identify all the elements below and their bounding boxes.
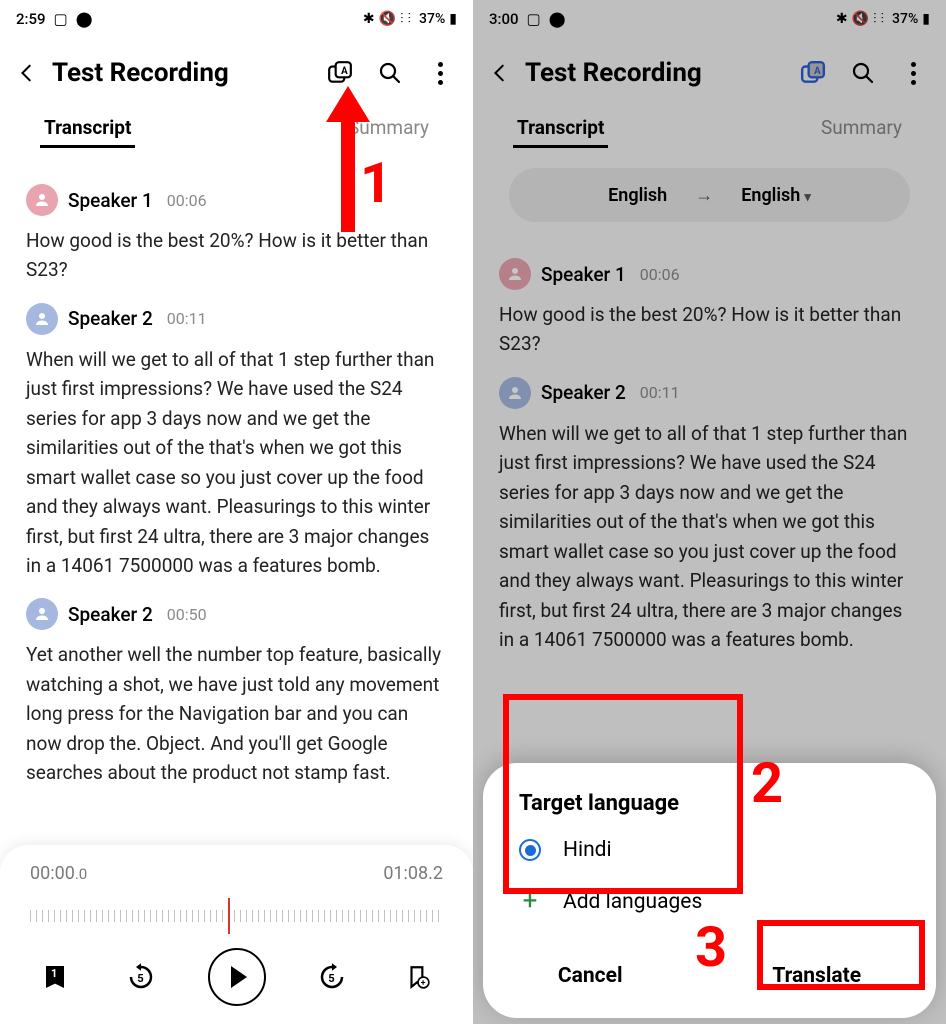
search-icon[interactable]	[377, 60, 403, 86]
more-icon[interactable]	[900, 60, 926, 86]
svg-text:A: A	[341, 66, 348, 77]
chevron-down-icon: ▾	[804, 190, 811, 205]
bulb-icon: ⬤	[549, 10, 566, 28]
translate-button[interactable]: Translate	[752, 954, 881, 998]
screen-left: 2:59 ▢ ⬤ ✱ 🔇 ⫶ ⫶ 37% ▮ Test Recording A	[0, 0, 473, 1024]
message-text: When will we get to all of that 1 step f…	[499, 419, 920, 655]
translate-icon[interactable]: A	[327, 60, 353, 86]
tabs: Transcript Summary	[473, 110, 946, 148]
speaker-name: Speaker 2	[68, 307, 153, 330]
speaker-name: Speaker 2	[541, 381, 626, 404]
speaker-name: Speaker 2	[68, 603, 153, 626]
lang-from: English	[608, 185, 667, 206]
message-time: 00:06	[167, 191, 207, 210]
message-time: 00:11	[167, 309, 207, 328]
bookmark-add-button[interactable]: +	[399, 958, 437, 996]
tab-summary[interactable]: Summary	[344, 110, 433, 148]
language-selector[interactable]: English → English▾	[509, 168, 910, 222]
battery-icon: ▮	[922, 11, 930, 27]
page-title: Test Recording	[52, 58, 323, 88]
status-time: 3:00	[489, 10, 519, 28]
gallery-icon: ▢	[54, 10, 68, 28]
avatar-icon	[499, 258, 531, 290]
cancel-button[interactable]: Cancel	[538, 954, 643, 998]
page-title: Test Recording	[525, 58, 796, 88]
tab-transcript[interactable]: Transcript	[40, 110, 135, 148]
target-language-sheet: Target language Hindi + Add languages Ca…	[483, 763, 936, 1018]
signal-icon: ⫶	[881, 11, 885, 27]
back-icon[interactable]	[487, 60, 513, 86]
more-icon[interactable]	[427, 60, 453, 86]
play-button[interactable]	[208, 948, 266, 1006]
player-bar: 00:00.0 01:08.2 5 5 +	[0, 845, 473, 1024]
svg-text:+: +	[421, 979, 426, 989]
message-header: Speaker 2 00:11	[499, 377, 920, 409]
app-header: Test Recording A	[473, 38, 946, 102]
svg-text:A: A	[814, 66, 821, 77]
transcript-list: Speaker 1 00:06 How good is the best 20%…	[0, 148, 473, 788]
add-languages-label: Add languages	[563, 890, 702, 914]
message-text: When will we get to all of that 1 step f…	[26, 345, 447, 581]
sheet-title: Target language	[483, 791, 936, 816]
message-time: 00:11	[640, 383, 680, 402]
speaker-name: Speaker 1	[68, 189, 153, 212]
translate-icon[interactable]: A	[800, 60, 826, 86]
waveform[interactable]	[30, 898, 443, 934]
message-text: How good is the best 20%? How is it bett…	[26, 226, 447, 285]
bookmark-button[interactable]	[36, 958, 74, 996]
message-header: Speaker 1 00:06	[26, 184, 447, 216]
search-icon[interactable]	[850, 60, 876, 86]
avatar-icon	[26, 303, 58, 335]
total-time: 01:08.2	[383, 863, 443, 884]
avatar-icon	[499, 377, 531, 409]
svg-text:5: 5	[329, 972, 335, 985]
back-icon[interactable]	[14, 60, 40, 86]
status-bar: 2:59 ▢ ⬤ ✱ 🔇 ⫶ ⫶ 37% ▮	[0, 0, 473, 38]
mute-icon: 🔇	[379, 11, 396, 27]
message-time: 00:50	[167, 605, 207, 624]
add-languages-row[interactable]: + Add languages	[483, 868, 936, 920]
tab-transcript[interactable]: Transcript	[513, 110, 608, 148]
bulb-icon: ⬤	[76, 10, 93, 28]
screen-right: 3:00 ▢ ⬤ ✱ 🔇 ⫶ ⫶ 37% ▮ Test Recording A	[473, 0, 946, 1024]
arrow-right-icon: →	[695, 185, 713, 206]
svg-text:5: 5	[137, 972, 143, 985]
mute-icon: 🔇	[852, 11, 869, 27]
status-time: 2:59	[16, 10, 46, 28]
bluetooth-icon: ✱	[836, 11, 848, 27]
wifi-icon: ⫶	[873, 11, 877, 27]
status-bar: 3:00 ▢ ⬤ ✱ 🔇 ⫶ ⫶ 37% ▮	[473, 0, 946, 38]
forward-5-button[interactable]: 5	[313, 958, 351, 996]
radio-selected-icon	[519, 839, 541, 861]
avatar-icon	[26, 184, 58, 216]
lang-to: English▾	[741, 185, 811, 206]
battery-pct: 37%	[419, 11, 445, 27]
message-header: Speaker 2 00:11	[26, 303, 447, 335]
battery-pct: 37%	[892, 11, 918, 27]
message-header: Speaker 1 00:06	[499, 258, 920, 290]
avatar-icon	[26, 598, 58, 630]
message-text: Yet another well the number top feature,…	[26, 640, 447, 787]
signal-icon: ⫶	[408, 11, 412, 27]
bluetooth-icon: ✱	[363, 11, 375, 27]
tabs: Transcript Summary	[0, 110, 473, 148]
language-option-hindi[interactable]: Hindi	[483, 816, 936, 868]
wifi-icon: ⫶	[400, 11, 404, 27]
app-header: Test Recording A	[0, 38, 473, 102]
gallery-icon: ▢	[527, 10, 541, 28]
tab-summary[interactable]: Summary	[817, 110, 906, 148]
plus-icon: +	[519, 891, 541, 913]
message-time: 00:06	[640, 265, 680, 284]
rewind-5-button[interactable]: 5	[122, 958, 160, 996]
message-header: Speaker 2 00:50	[26, 598, 447, 630]
message-text: How good is the best 20%? How is it bett…	[499, 300, 920, 359]
speaker-name: Speaker 1	[541, 263, 626, 286]
transcript-list: Speaker 1 00:06 How good is the best 20%…	[473, 222, 946, 654]
language-option-label: Hindi	[563, 838, 612, 862]
battery-icon: ▮	[449, 11, 457, 27]
current-time: 00:00.0	[30, 863, 87, 884]
